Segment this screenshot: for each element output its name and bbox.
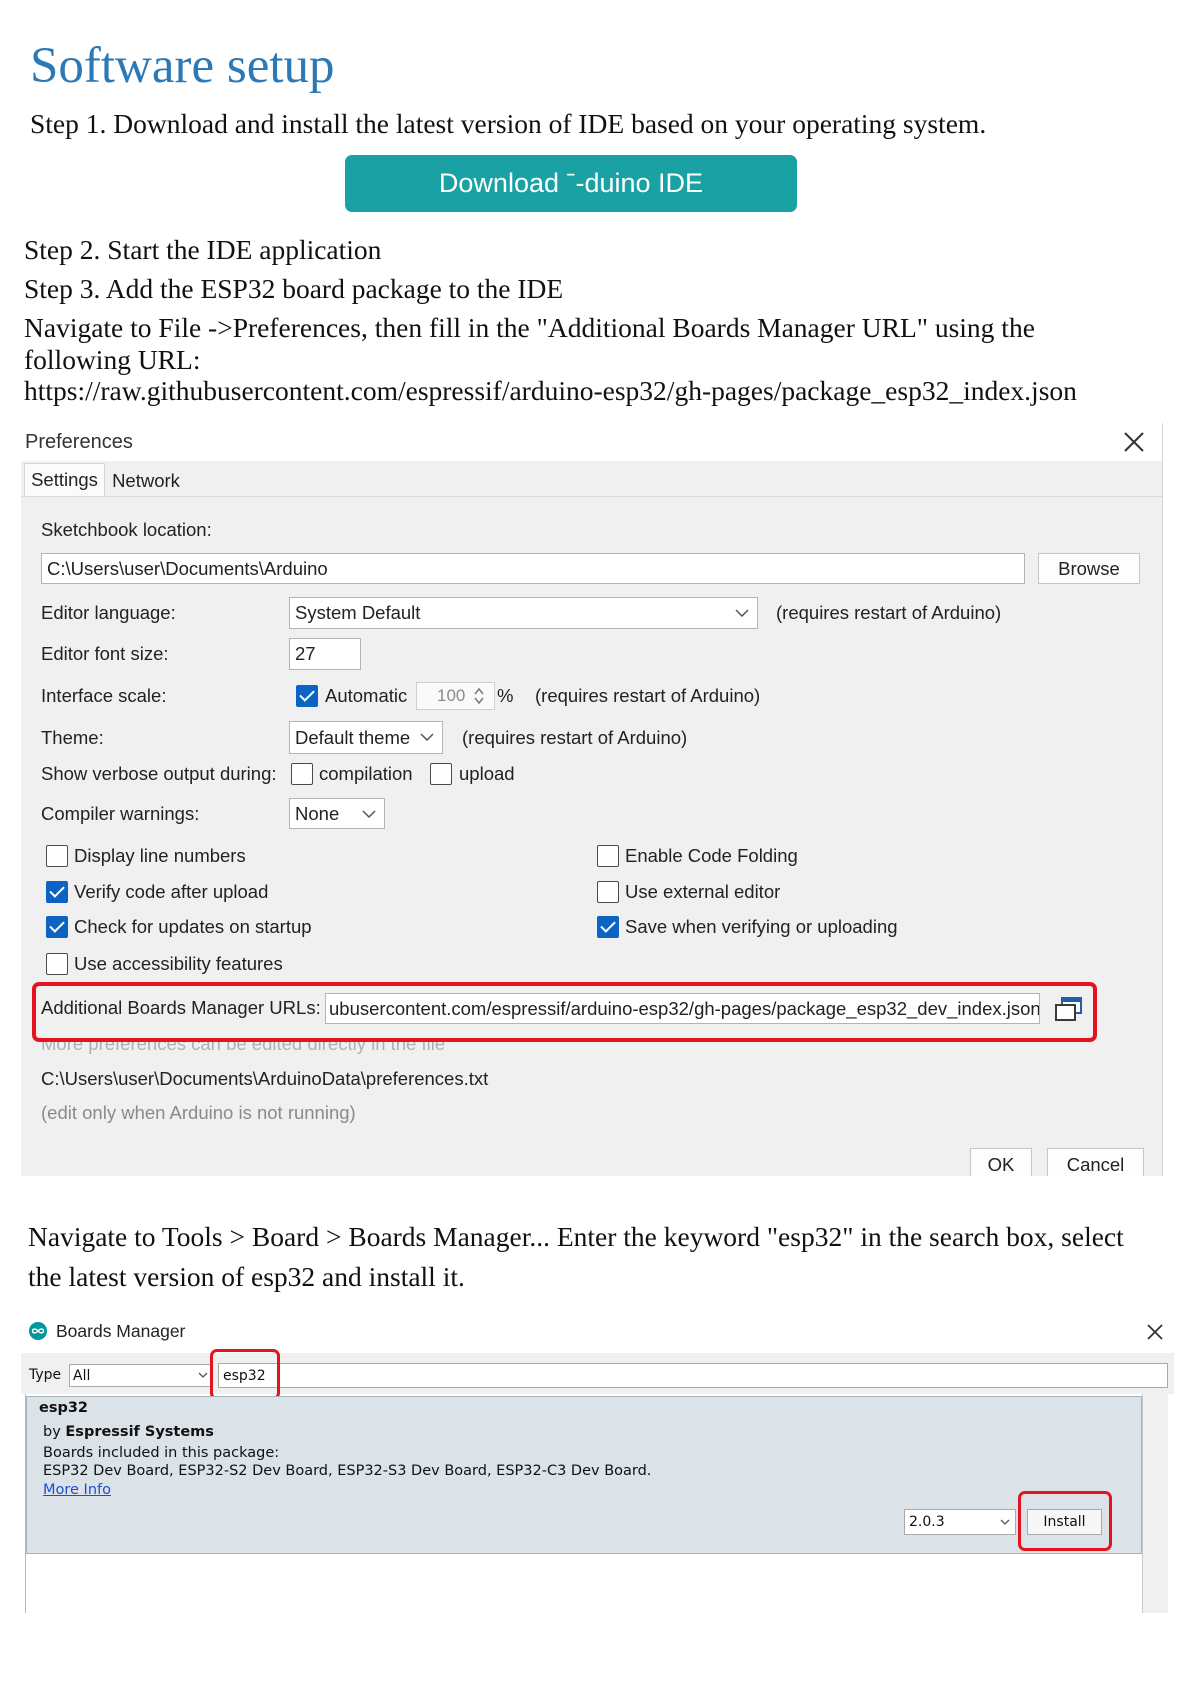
step-1-text: Step 1. Download and install the latest … <box>30 108 987 139</box>
board-package-author: by Espressif Systems <box>43 1423 214 1441</box>
compilation-label: compilation <box>319 763 413 784</box>
compilation-checkbox[interactable] <box>291 763 313 785</box>
chevron-down-icon <box>735 609 749 617</box>
spinner-arrows-icon[interactable] <box>473 687 485 705</box>
type-value: All <box>73 1368 91 1384</box>
boards-manager-titlebar <box>21 1316 1174 1353</box>
step-3-text: Step 3. Add the ESP32 board package to t… <box>24 273 564 304</box>
boards-manager-dialog: Boards Manager Type All esp32 esp32 by E… <box>21 1316 1174 1613</box>
version-select[interactable]: 2.0.3 <box>904 1509 1016 1535</box>
automatic-label: Automatic <box>325 685 408 706</box>
more-prefs-note-clip: More preferences can be edited directly … <box>41 1042 541 1056</box>
theme-value: Default theme <box>295 727 411 748</box>
more-prefs-note: More preferences can be edited directly … <box>41 1042 446 1054</box>
save-when-verifying-label: Save when verifying or uploading <box>625 916 898 937</box>
code-folding-checkbox[interactable] <box>597 845 619 867</box>
install-highlight <box>1018 1491 1112 1551</box>
cancel-button[interactable]: Cancel <box>1047 1148 1144 1176</box>
close-icon[interactable] <box>1123 431 1145 453</box>
interface-scale-unit: % <box>497 685 514 706</box>
navigate-file-line-1: Navigate to File ->Preferences, then fil… <box>24 312 1035 343</box>
download-arduino-ide-button[interactable]: Download ˉ-duino IDE <box>345 155 797 212</box>
verbose-output-label: Show verbose output during: <box>41 763 277 784</box>
more-info-link[interactable]: More Info <box>43 1481 111 1499</box>
boards-urls-highlight <box>32 982 1097 1042</box>
type-label: Type <box>29 1367 62 1383</box>
navigate-file-line-2: following URL: <box>24 344 201 375</box>
boards-manager-title: Boards Manager <box>56 1321 186 1341</box>
editor-language-value: System Default <box>295 602 421 623</box>
interface-scale-label: Interface scale: <box>41 685 167 706</box>
arduino-logo-icon <box>29 1322 47 1340</box>
board-url-text: https://raw.githubusercontent.com/espres… <box>24 375 1077 406</box>
list-scrollbar[interactable] <box>1142 1394 1168 1613</box>
author-prefix: by <box>43 1424 61 1440</box>
interface-scale-value: 100 <box>437 686 466 705</box>
close-icon[interactable] <box>1146 1323 1164 1341</box>
code-folding-label: Enable Code Folding <box>625 845 798 866</box>
prefs-file-path: C:\Users\user\Documents\ArduinoData\pref… <box>41 1068 489 1089</box>
accessibility-checkbox[interactable] <box>46 953 68 975</box>
navigate-tools-line-2: the latest version of esp32 and install … <box>28 1261 465 1292</box>
search-input[interactable]: esp32 <box>218 1363 1168 1388</box>
step-2-text: Step 2. Start the IDE application <box>24 234 382 265</box>
compiler-warnings-value: None <box>295 803 340 824</box>
check-updates-label: Check for updates on startup <box>74 916 312 937</box>
upload-checkbox[interactable] <box>430 763 452 785</box>
interface-scale-spinner[interactable]: 100 <box>416 682 495 710</box>
chevron-down-icon <box>198 1372 208 1378</box>
editor-language-select[interactable]: System Default <box>289 597 758 629</box>
sketchbook-path-input[interactable]: C:\Users\user\Documents\Arduino <box>41 553 1025 584</box>
external-editor-checkbox[interactable] <box>597 881 619 903</box>
board-package-name: esp32 <box>39 1400 89 1416</box>
compiler-warnings-select[interactable]: None <box>289 798 385 829</box>
sketchbook-label: Sketchbook location: <box>41 519 212 540</box>
display-line-numbers-label: Display line numbers <box>74 845 246 866</box>
preferences-title: Preferences <box>25 431 133 453</box>
edit-note: (edit only when Arduino is not running) <box>41 1102 356 1123</box>
tab-network[interactable]: Network <box>105 466 187 496</box>
upload-label: upload <box>459 763 515 784</box>
theme-select[interactable]: Default theme <box>289 721 443 754</box>
author-name: Espressif Systems <box>65 1424 214 1440</box>
preferences-dialog: Preferences Settings Network Sketchbook … <box>21 423 1163 1176</box>
theme-label: Theme: <box>41 727 104 748</box>
preferences-titlebar <box>21 423 1162 461</box>
theme-restart-note: (requires restart of Arduino) <box>462 727 688 748</box>
chevron-down-icon <box>1000 1519 1010 1525</box>
editor-language-label: Editor language: <box>41 602 176 623</box>
boards-heading: Boards included in this package: <box>43 1445 280 1461</box>
verify-after-upload-checkbox[interactable] <box>46 881 68 903</box>
save-when-verifying-checkbox[interactable] <box>597 916 619 938</box>
chevron-down-icon <box>362 810 376 818</box>
external-editor-label: Use external editor <box>625 881 781 902</box>
ok-button[interactable]: OK <box>970 1148 1032 1176</box>
boards-list: ESP32 Dev Board, ESP32-S2 Dev Board, ESP… <box>43 1463 652 1479</box>
tab-settings[interactable]: Settings <box>24 463 105 497</box>
automatic-checkbox[interactable] <box>296 685 318 707</box>
check-updates-checkbox[interactable] <box>46 916 68 938</box>
page-title: Software setup <box>30 38 335 94</box>
search-highlight <box>210 1349 280 1400</box>
type-select[interactable]: All <box>69 1364 212 1387</box>
browse-button[interactable]: Browse <box>1038 553 1140 584</box>
chevron-down-icon <box>420 733 434 741</box>
editor-language-restart-note: (requires restart of Arduino) <box>776 602 1002 623</box>
verify-after-upload-label: Verify code after upload <box>74 881 269 902</box>
version-value: 2.0.3 <box>909 1514 945 1530</box>
accessibility-label: Use accessibility features <box>74 953 283 974</box>
tab-divider <box>21 496 1162 497</box>
interface-scale-restart-note: (requires restart of Arduino) <box>535 685 761 706</box>
navigate-tools-line-1: Navigate to Tools > Board > Boards Manag… <box>28 1221 1124 1252</box>
compiler-warnings-label: Compiler warnings: <box>41 803 200 824</box>
font-size-input[interactable]: 27 <box>289 638 361 670</box>
font-size-label: Editor font size: <box>41 643 169 664</box>
display-line-numbers-checkbox[interactable] <box>46 845 68 867</box>
